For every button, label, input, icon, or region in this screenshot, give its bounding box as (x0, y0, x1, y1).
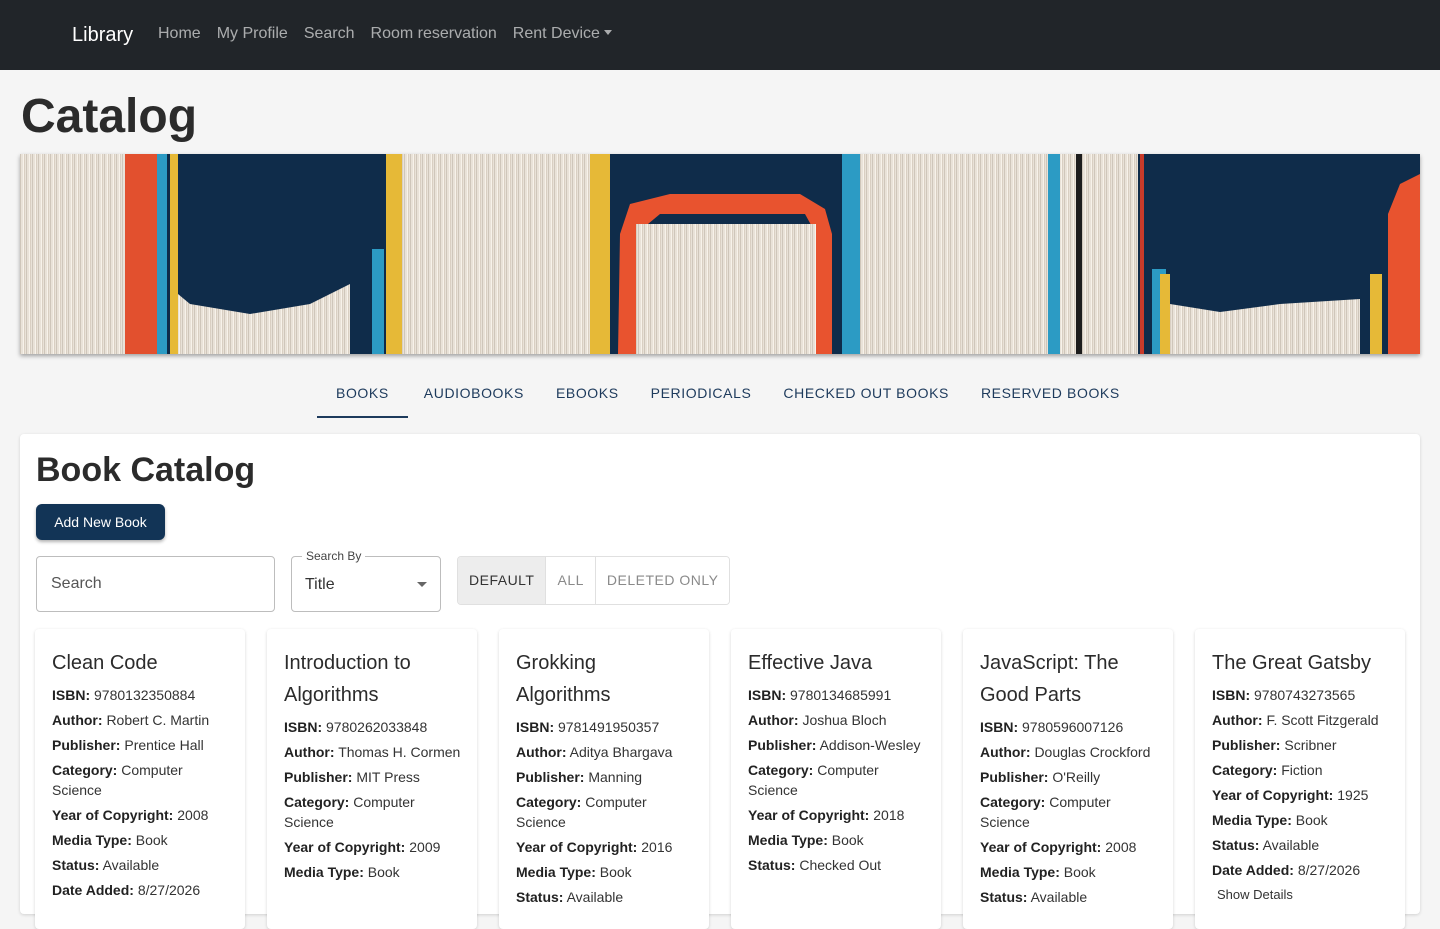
book-media-type: Media Type: Book (52, 832, 168, 848)
book-status: Status: Available (1212, 837, 1320, 853)
book-year: Year of Copyright: 2008 (980, 839, 1137, 855)
nav-dropdown-rent-device[interactable]: Rent Device (513, 24, 612, 44)
book-media-type: Media Type: Book (516, 864, 632, 880)
book-category: Category: Computer Science (980, 794, 1111, 830)
book-title: Grokking Algorithms (516, 652, 611, 706)
book-title: The Great Gatsby (1212, 652, 1371, 674)
book-card[interactable]: Grokking Algorithms ISBN: 9781491950357 … (499, 629, 709, 929)
book-category: Category: Computer Science (748, 762, 879, 798)
caret-down-icon (603, 30, 612, 35)
filter-default-button[interactable]: Default (458, 557, 547, 604)
book-author: Author: Aditya Bhargava (516, 744, 673, 760)
book-year: Year of Copyright: 2018 (748, 807, 905, 823)
search-by-select[interactable]: Search By Title (291, 548, 441, 612)
book-year: Year of Copyright: 2009 (284, 839, 441, 855)
top-navbar: Library Home My Profile Search Room rese… (0, 0, 1440, 70)
book-publisher: Publisher: Addison-Wesley (748, 737, 921, 753)
brand-link[interactable]: Library (72, 22, 133, 48)
book-isbn: ISBN: 9780262033848 (284, 719, 428, 735)
search-field (36, 556, 275, 612)
book-status: Status: Available (516, 889, 624, 905)
book-category: Category: Fiction (1212, 762, 1323, 778)
tab-audiobooks[interactable]: Audiobooks (408, 370, 540, 418)
book-author: Author: F. Scott Fitzgerald (1212, 712, 1379, 728)
book-year: Year of Copyright: 2016 (516, 839, 673, 855)
tab-ebooks[interactable]: Ebooks (540, 370, 635, 418)
book-isbn: ISBN: 9780596007126 (980, 719, 1124, 735)
book-year: Year of Copyright: 1925 (1212, 787, 1369, 803)
tab-books[interactable]: Books (317, 370, 408, 418)
book-author: Author: Thomas H. Cormen (284, 744, 461, 760)
tab-checked-out-books[interactable]: Checked Out Books (767, 370, 965, 418)
show-details-button[interactable]: Show Details (1217, 885, 1389, 905)
nav-links: Home My Profile Search Room reservation … (158, 24, 628, 44)
book-card[interactable]: Introduction to Algorithms ISBN: 9780262… (267, 629, 477, 929)
book-isbn: ISBN: 9780132350884 (52, 687, 196, 703)
book-author: Author: Douglas Crockford (980, 744, 1151, 760)
book-card[interactable]: The Great Gatsby ISBN: 9780743273565 Aut… (1195, 629, 1405, 929)
nav-link-my-profile[interactable]: My Profile (217, 24, 288, 44)
book-card[interactable]: JavaScript: The Good Parts ISBN: 9780596… (963, 629, 1173, 929)
tab-periodicals[interactable]: Periodicals (635, 370, 768, 418)
book-date-added: Date Added: 8/27/2026 (52, 882, 201, 898)
book-publisher: Publisher: MIT Press (284, 769, 420, 785)
book-catalog-panel: Book Catalog Add New Book Search By Titl… (20, 434, 1420, 929)
add-new-book-button[interactable]: Add New Book (36, 504, 165, 540)
book-title: JavaScript: The Good Parts (980, 652, 1119, 706)
book-category: Category: Computer Science (52, 762, 183, 798)
rent-device-label: Rent Device (512, 25, 600, 42)
catalog-tabs: Books Audiobooks Ebooks Periodicals Chec… (317, 370, 1136, 418)
book-media-type: Media Type: Book (284, 864, 400, 880)
book-card[interactable]: Effective Java ISBN: 9780134685991 Autho… (731, 629, 941, 929)
search-by-value: Title (305, 576, 335, 593)
book-date-added: Date Added: 8/27/2026 (1212, 862, 1361, 878)
page-title: Catalog (21, 90, 198, 143)
book-publisher: Publisher: Prentice Hall (52, 737, 204, 753)
book-publisher: Publisher: Scribner (1212, 737, 1337, 753)
section-title: Book Catalog (36, 451, 256, 489)
search-input[interactable] (37, 557, 274, 611)
book-status: Status: Available (52, 857, 160, 873)
book-author: Author: Joshua Bloch (748, 712, 887, 728)
book-card[interactable]: Clean Code ISBN: 9780132350884 Author: R… (35, 629, 245, 929)
dropdown-arrow-icon (417, 582, 427, 587)
book-isbn: ISBN: 9780743273565 (1212, 687, 1356, 703)
nav-link-home[interactable]: Home (158, 24, 201, 44)
book-title: Effective Java (748, 652, 873, 674)
tab-reserved-books[interactable]: Reserved Books (965, 370, 1136, 418)
book-isbn: ISBN: 9780134685991 (748, 687, 892, 703)
filter-all-button[interactable]: All (546, 557, 596, 604)
book-publisher: Publisher: Manning (516, 769, 643, 785)
book-publisher: Publisher: O'Reilly (980, 769, 1101, 785)
book-title: Introduction to Algorithms (284, 652, 411, 706)
book-title: Clean Code (52, 652, 158, 674)
nav-link-room-reservation[interactable]: Room reservation (371, 24, 497, 44)
search-by-label: Search By (302, 548, 366, 564)
book-media-type: Media Type: Book (1212, 812, 1328, 828)
filter-deleted-only-button[interactable]: Deleted Only (595, 557, 730, 604)
book-isbn: ISBN: 9781491950357 (516, 719, 660, 735)
book-category: Category: Computer Science (284, 794, 415, 830)
book-year: Year of Copyright: 2008 (52, 807, 209, 823)
nav-link-search[interactable]: Search (304, 24, 355, 44)
book-status: Status: Available (980, 889, 1088, 905)
banner-image (20, 154, 1420, 354)
book-author: Author: Robert C. Martin (52, 712, 210, 728)
book-status: Status: Checked Out (748, 857, 882, 873)
book-category: Category: Computer Science (516, 794, 647, 830)
book-media-type: Media Type: Book (748, 832, 864, 848)
book-media-type: Media Type: Book (980, 864, 1096, 880)
filter-toggle-group: Default All Deleted Only (457, 556, 731, 605)
